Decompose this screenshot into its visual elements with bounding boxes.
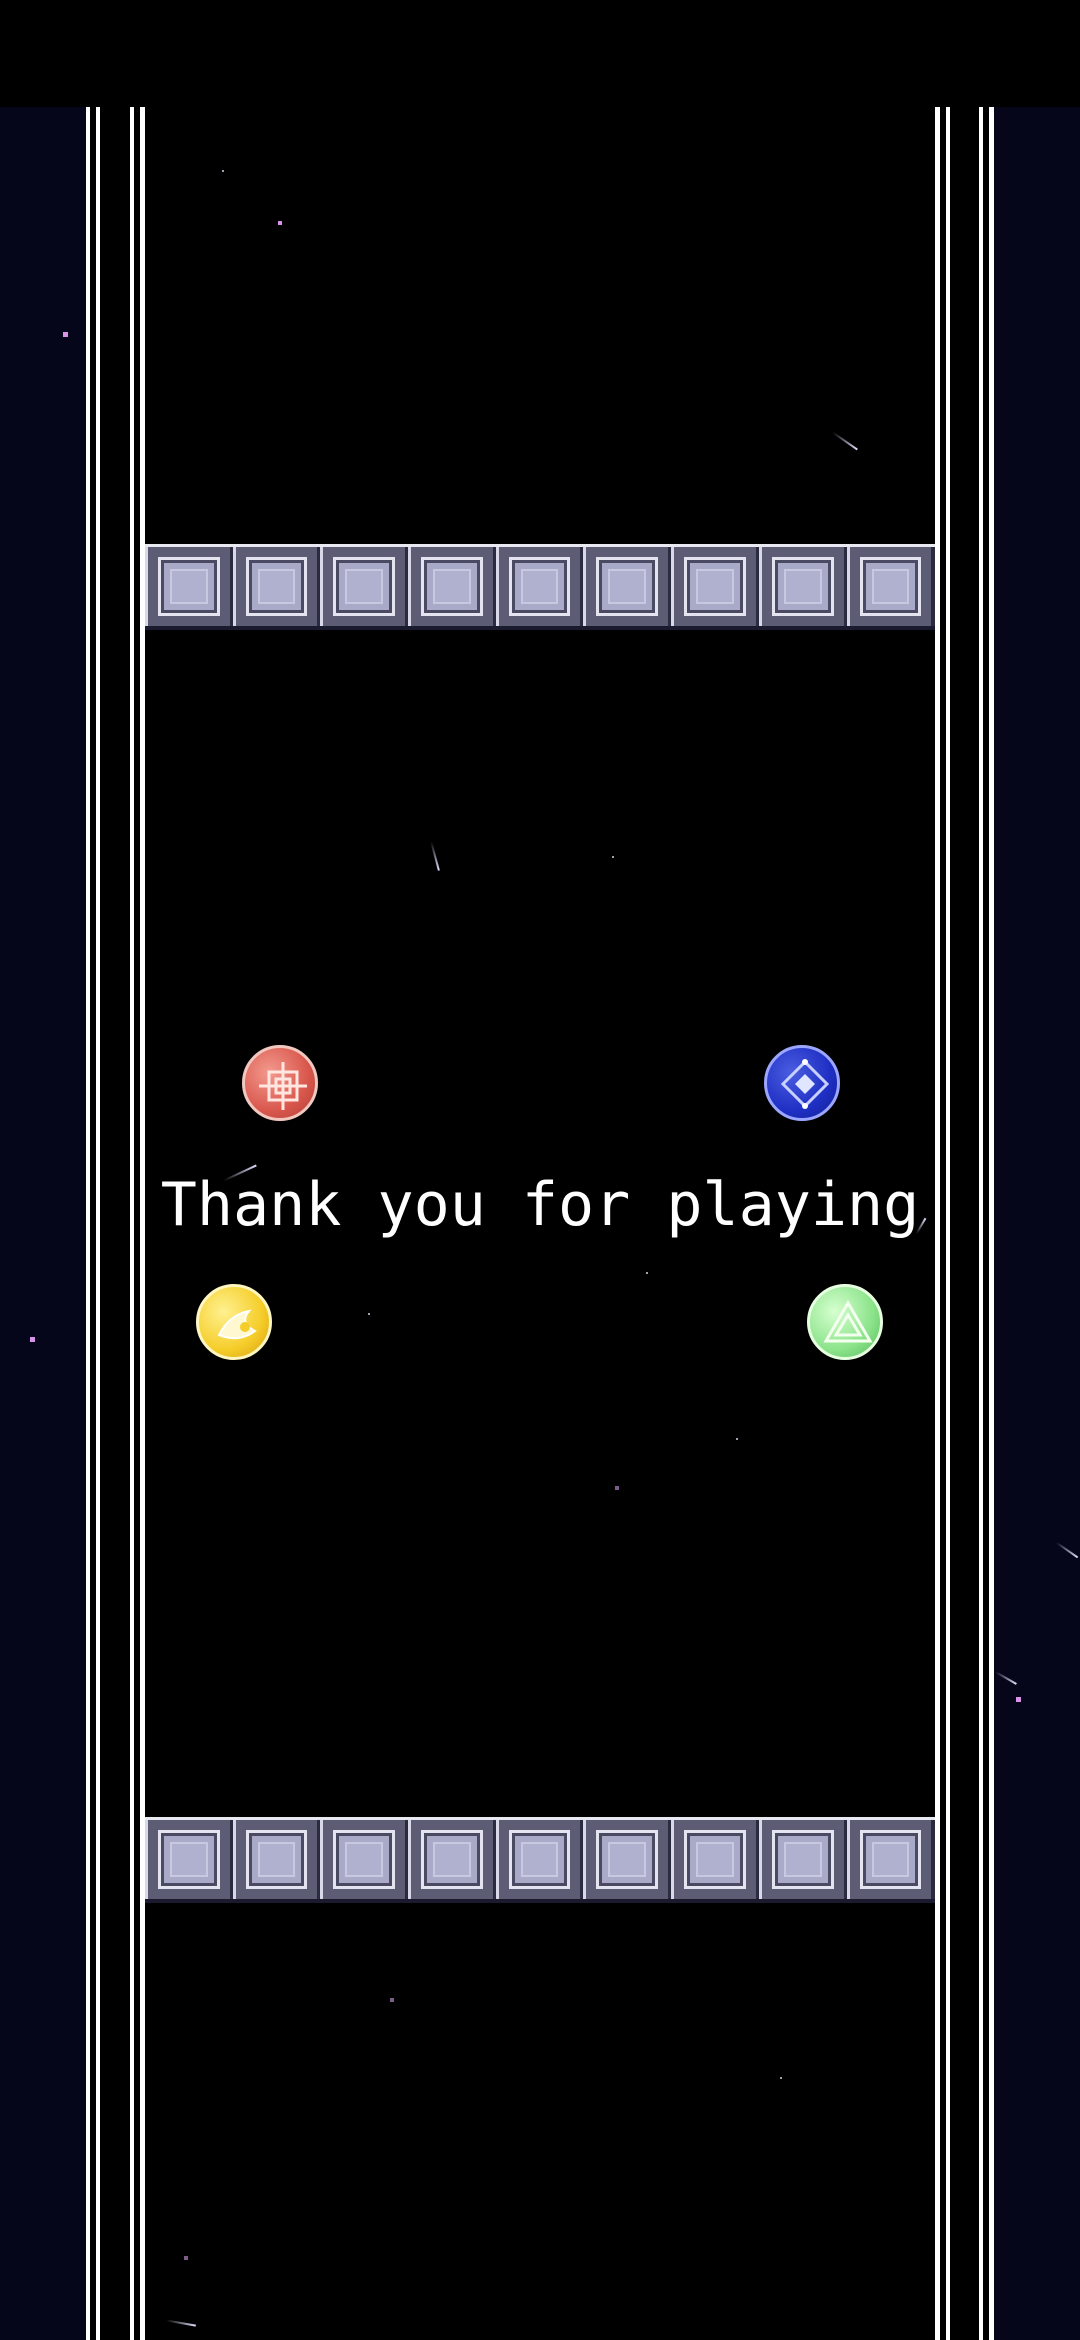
star xyxy=(63,332,68,337)
brick-block xyxy=(495,547,584,626)
brick-block xyxy=(145,1820,233,1899)
game-screen[interactable]: Thank you for playing xyxy=(0,0,1080,2340)
top-black-bar xyxy=(0,0,1080,107)
star xyxy=(612,856,614,858)
brick-block xyxy=(408,547,496,626)
triangle-icon xyxy=(823,1300,873,1343)
brick-block xyxy=(846,1820,935,1899)
left-space-backdrop xyxy=(0,107,86,2340)
brick-block xyxy=(408,1820,496,1899)
shooting-star xyxy=(995,1671,1017,1685)
star xyxy=(222,170,224,172)
brick-block xyxy=(758,1820,847,1899)
brick-block xyxy=(671,547,759,626)
left-middle-rail xyxy=(96,107,100,2340)
left-outer-rail xyxy=(86,107,90,2340)
thank-you-message: Thank you for playing xyxy=(160,1170,920,1240)
bottom-brick-wall xyxy=(145,1817,935,1903)
right-inner-rail xyxy=(946,107,950,2340)
brick-block xyxy=(232,547,321,626)
yellow-orb xyxy=(196,1284,272,1360)
swirl-moon-icon xyxy=(217,1309,257,1340)
brick-block xyxy=(232,1820,321,1899)
star xyxy=(30,1337,35,1342)
brick-block xyxy=(320,547,409,626)
brick-block xyxy=(320,1820,409,1899)
star xyxy=(646,1272,648,1274)
star xyxy=(390,1998,394,2002)
brick-block xyxy=(495,1820,584,1899)
star xyxy=(780,2077,782,2079)
brick-block xyxy=(671,1820,759,1899)
brick-block xyxy=(145,547,233,626)
star xyxy=(368,1313,370,1315)
target-crosshair-icon xyxy=(259,1062,307,1110)
star xyxy=(278,221,282,225)
top-brick-wall xyxy=(145,544,935,630)
green-orb xyxy=(807,1284,883,1360)
red-orb xyxy=(242,1045,318,1121)
shooting-star xyxy=(1055,1541,1079,1559)
blue-orb xyxy=(764,1045,840,1121)
right-middle-rail xyxy=(979,107,983,2340)
brick-block xyxy=(583,547,672,626)
right-space-backdrop xyxy=(994,107,1080,2340)
brick-block xyxy=(583,1820,672,1899)
brick-block xyxy=(846,547,935,626)
diamond-gem-icon xyxy=(780,1059,830,1109)
star xyxy=(615,1486,619,1490)
star xyxy=(1016,1697,1021,1702)
brick-block xyxy=(758,547,847,626)
star xyxy=(184,2256,188,2260)
right-edge-rail xyxy=(935,107,940,2340)
star xyxy=(736,1438,738,1440)
left-inner-rail xyxy=(130,107,134,2340)
right-outer-rail xyxy=(989,107,994,2340)
